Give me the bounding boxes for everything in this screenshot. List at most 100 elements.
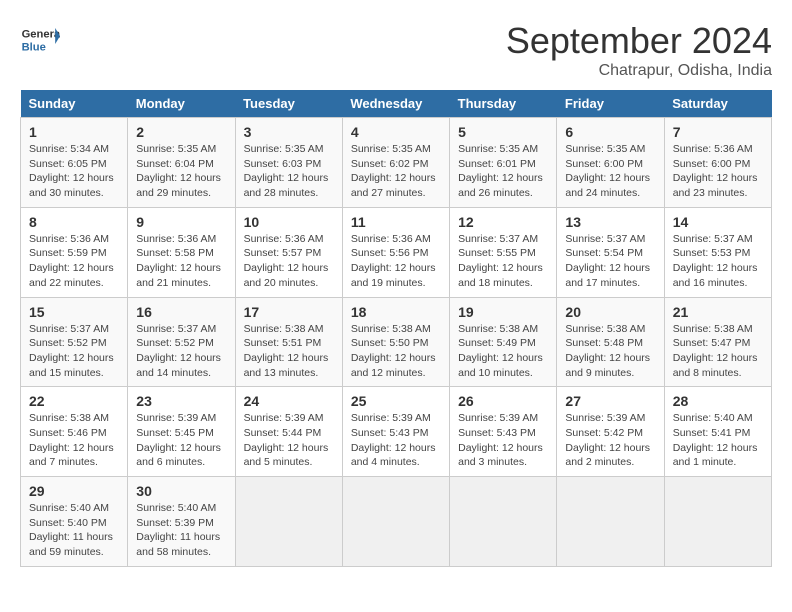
day-number: 12 [458, 214, 548, 230]
day-number: 1 [29, 124, 119, 140]
calendar-cell: 6Sunrise: 5:35 AM Sunset: 6:00 PM Daylig… [557, 118, 664, 208]
calendar-cell [235, 477, 342, 567]
page-header: General Blue September 2024 Chatrapur, O… [20, 20, 772, 80]
calendar-cell: 19 Sunrise: 5:38 AM Sunset: 5:49 PM Dayli… [450, 297, 557, 387]
title-section: September 2024 Chatrapur, Odisha, India [506, 20, 772, 80]
day-number: 2 [136, 124, 226, 140]
calendar-week-row: 8Sunrise: 5:36 AM Sunset: 5:59 PM Daylig… [21, 207, 772, 297]
day-number: 3 [244, 124, 334, 140]
day-info: Sunrise: 5:35 AM Sunset: 6:04 PM Dayligh… [136, 142, 226, 201]
day-info: Sunrise: 5:36 AM Sunset: 5:59 PM Dayligh… [29, 232, 119, 291]
header-wednesday: Wednesday [342, 90, 449, 118]
calendar-cell: 4 Sunrise: 5:35 AM Sunset: 6:02 PM Daylig… [342, 118, 449, 208]
day-info: Sunrise: 5:37 AM Sunset: 5:54 PM Dayligh… [565, 232, 655, 291]
logo-icon: General Blue [20, 20, 60, 60]
day-number: 16 [136, 304, 226, 320]
calendar-cell: 7 Sunrise: 5:36 AM Sunset: 6:00 PM Daylig… [664, 118, 771, 208]
day-number: 25 [351, 393, 441, 409]
day-info: Sunrise: 5:38 AM Sunset: 5:48 PM Dayligh… [565, 322, 655, 381]
day-number: 27 [565, 393, 655, 409]
day-info: Sunrise: 5:38 AM Sunset: 5:47 PM Dayligh… [673, 322, 763, 381]
calendar-cell: 20 Sunrise: 5:38 AM Sunset: 5:48 PM Dayli… [557, 297, 664, 387]
day-info: Sunrise: 5:37 AM Sunset: 5:53 PM Dayligh… [673, 232, 763, 291]
day-info: Sunrise: 5:39 AM Sunset: 5:43 PM Dayligh… [458, 411, 548, 470]
calendar-cell: 24 Sunrise: 5:39 AM Sunset: 5:44 PM Dayli… [235, 387, 342, 477]
day-number: 20 [565, 304, 655, 320]
day-info: Sunrise: 5:34 AM Sunset: 6:05 PM Dayligh… [29, 142, 119, 201]
svg-text:Blue: Blue [22, 41, 46, 53]
day-number: 5 [458, 124, 548, 140]
calendar-cell: 5Sunrise: 5:35 AM Sunset: 6:01 PM Daylig… [450, 118, 557, 208]
day-number: 15 [29, 304, 119, 320]
day-info: Sunrise: 5:35 AM Sunset: 6:02 PM Dayligh… [351, 142, 441, 201]
calendar-cell: 18 Sunrise: 5:38 AM Sunset: 5:50 PM Dayli… [342, 297, 449, 387]
header-monday: Monday [128, 90, 235, 118]
day-number: 18 [351, 304, 441, 320]
calendar-cell: 12 Sunrise: 5:37 AM Sunset: 5:55 PM Dayli… [450, 207, 557, 297]
calendar-cell [450, 477, 557, 567]
calendar-cell: 2 Sunrise: 5:35 AM Sunset: 6:04 PM Daylig… [128, 118, 235, 208]
day-info: Sunrise: 5:40 AM Sunset: 5:40 PM Dayligh… [29, 501, 119, 560]
day-number: 13 [565, 214, 655, 230]
day-info: Sunrise: 5:35 AM Sunset: 6:03 PM Dayligh… [244, 142, 334, 201]
day-info: Sunrise: 5:38 AM Sunset: 5:50 PM Dayligh… [351, 322, 441, 381]
header-friday: Friday [557, 90, 664, 118]
calendar-cell [664, 477, 771, 567]
calendar-cell: 1 Sunrise: 5:34 AM Sunset: 6:05 PM Daylig… [21, 118, 128, 208]
calendar-week-row: 29 Sunrise: 5:40 AM Sunset: 5:40 PM Dayli… [21, 477, 772, 567]
day-info: Sunrise: 5:39 AM Sunset: 5:45 PM Dayligh… [136, 411, 226, 470]
calendar-cell: 28 Sunrise: 5:40 AM Sunset: 5:41 PM Dayli… [664, 387, 771, 477]
day-info: Sunrise: 5:39 AM Sunset: 5:44 PM Dayligh… [244, 411, 334, 470]
calendar-cell: 9 Sunrise: 5:36 AM Sunset: 5:58 PM Daylig… [128, 207, 235, 297]
calendar-cell: 16Sunrise: 5:37 AM Sunset: 5:52 PM Dayli… [128, 297, 235, 387]
day-info: Sunrise: 5:36 AM Sunset: 6:00 PM Dayligh… [673, 142, 763, 201]
calendar-cell: 17 Sunrise: 5:38 AM Sunset: 5:51 PM Dayli… [235, 297, 342, 387]
day-number: 14 [673, 214, 763, 230]
day-info: Sunrise: 5:39 AM Sunset: 5:43 PM Dayligh… [351, 411, 441, 470]
day-number: 17 [244, 304, 334, 320]
day-info: Sunrise: 5:37 AM Sunset: 5:52 PM Dayligh… [29, 322, 119, 381]
svg-text:General: General [22, 29, 60, 41]
calendar-cell: 10 Sunrise: 5:36 AM Sunset: 5:57 PM Dayli… [235, 207, 342, 297]
calendar-cell: 30 Sunrise: 5:40 AM Sunset: 5:39 PM Dayli… [128, 477, 235, 567]
calendar-cell: 15 Sunrise: 5:37 AM Sunset: 5:52 PM Dayli… [21, 297, 128, 387]
day-info: Sunrise: 5:37 AM Sunset: 5:55 PM Dayligh… [458, 232, 548, 291]
day-number: 30 [136, 483, 226, 499]
header-sunday: Sunday [21, 90, 128, 118]
day-info: Sunrise: 5:36 AM Sunset: 5:57 PM Dayligh… [244, 232, 334, 291]
day-info: Sunrise: 5:40 AM Sunset: 5:39 PM Dayligh… [136, 501, 226, 560]
month-title: September 2024 [506, 20, 772, 62]
calendar-cell [557, 477, 664, 567]
day-number: 6 [565, 124, 655, 140]
calendar-cell: 26 Sunrise: 5:39 AM Sunset: 5:43 PM Dayli… [450, 387, 557, 477]
day-number: 24 [244, 393, 334, 409]
calendar-table: SundayMondayTuesdayWednesdayThursdayFrid… [20, 90, 772, 567]
calendar-cell: 14 Sunrise: 5:37 AM Sunset: 5:53 PM Dayli… [664, 207, 771, 297]
day-number: 29 [29, 483, 119, 499]
day-number: 10 [244, 214, 334, 230]
day-number: 28 [673, 393, 763, 409]
day-info: Sunrise: 5:36 AM Sunset: 5:58 PM Dayligh… [136, 232, 226, 291]
calendar-week-row: 1 Sunrise: 5:34 AM Sunset: 6:05 PM Daylig… [21, 118, 772, 208]
day-info: Sunrise: 5:38 AM Sunset: 5:51 PM Dayligh… [244, 322, 334, 381]
day-info: Sunrise: 5:38 AM Sunset: 5:49 PM Dayligh… [458, 322, 548, 381]
day-info: Sunrise: 5:40 AM Sunset: 5:41 PM Dayligh… [673, 411, 763, 470]
location-subtitle: Chatrapur, Odisha, India [506, 62, 772, 80]
calendar-cell: 8Sunrise: 5:36 AM Sunset: 5:59 PM Daylig… [21, 207, 128, 297]
day-number: 7 [673, 124, 763, 140]
header-thursday: Thursday [450, 90, 557, 118]
calendar-header-row: SundayMondayTuesdayWednesdayThursdayFrid… [21, 90, 772, 118]
calendar-week-row: 22Sunrise: 5:38 AM Sunset: 5:46 PM Dayli… [21, 387, 772, 477]
day-number: 19 [458, 304, 548, 320]
day-info: Sunrise: 5:38 AM Sunset: 5:46 PM Dayligh… [29, 411, 119, 470]
day-number: 26 [458, 393, 548, 409]
calendar-cell: 13 Sunrise: 5:37 AM Sunset: 5:54 PM Dayli… [557, 207, 664, 297]
calendar-cell: 22Sunrise: 5:38 AM Sunset: 5:46 PM Dayli… [21, 387, 128, 477]
calendar-cell: 23Sunrise: 5:39 AM Sunset: 5:45 PM Dayli… [128, 387, 235, 477]
calendar-cell: 25 Sunrise: 5:39 AM Sunset: 5:43 PM Dayli… [342, 387, 449, 477]
day-number: 9 [136, 214, 226, 230]
day-info: Sunrise: 5:39 AM Sunset: 5:42 PM Dayligh… [565, 411, 655, 470]
header-tuesday: Tuesday [235, 90, 342, 118]
day-number: 4 [351, 124, 441, 140]
day-number: 11 [351, 214, 441, 230]
